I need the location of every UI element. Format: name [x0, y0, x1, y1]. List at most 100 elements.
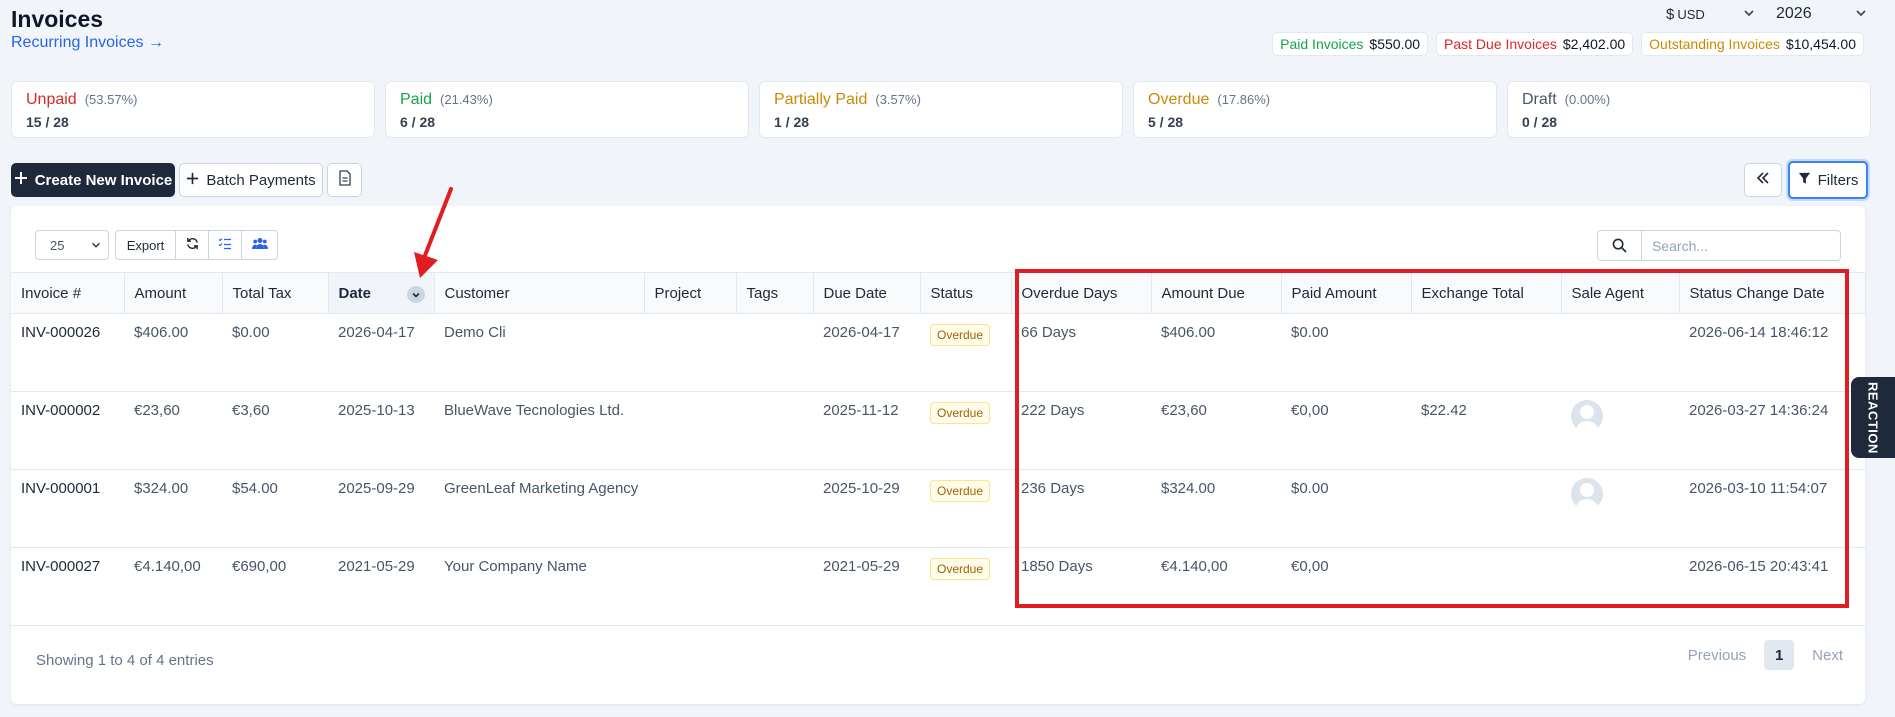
table-cell-agent	[1561, 313, 1679, 392]
table-cell-status: Overdue	[920, 391, 1011, 470]
table-cell-project	[644, 391, 736, 470]
double-chevron-left-icon	[1756, 171, 1770, 189]
table-cell-amount-due: $406.00	[1151, 313, 1281, 392]
sale-agent-avatar[interactable]	[1571, 478, 1603, 510]
stat-count: 6 / 28	[400, 114, 436, 130]
users-icon	[251, 237, 268, 253]
column-header[interactable]: Paid Amount	[1281, 272, 1412, 314]
sort-toggle-button[interactable]	[406, 286, 425, 303]
table-cell-agent	[1561, 547, 1679, 626]
column-header-label: Status	[930, 284, 974, 302]
column-header-label: Amount Due	[1161, 284, 1245, 302]
invoices-table: Invoice # Amount Total Tax Date Customer Proj…	[11, 272, 1866, 626]
stat-percentage: (17.86%)	[1217, 92, 1271, 107]
table-cell-due-date: 2025-10-29	[813, 469, 920, 548]
table-cell-due-date: 2026-04-17	[813, 313, 920, 392]
batch-payments-button[interactable]: Batch Payments	[179, 163, 323, 197]
column-header[interactable]: Total Tax	[222, 272, 329, 314]
plus-icon	[14, 171, 28, 189]
stat-percentage: (53.57%)	[84, 92, 138, 107]
column-header[interactable]: Overdue Days	[1011, 272, 1152, 314]
column-header[interactable]: Date	[328, 272, 435, 314]
table-cell-paid-amount: €0,00	[1281, 547, 1411, 626]
table-cell-amount-due: $324.00	[1151, 469, 1281, 548]
search-input[interactable]	[1642, 231, 1840, 260]
column-header[interactable]: Amount	[124, 272, 223, 314]
table-cell-tax: $54.00	[222, 469, 328, 548]
column-header[interactable]: Customer	[434, 272, 645, 314]
stat-card-unpaid[interactable]: Unpaid (53.57%) 15 / 28	[11, 81, 375, 138]
table-row[interactable]: INV-000027 €4.140,00 €690,00 2021-05-29 Your…	[11, 547, 1865, 626]
table-header-row: Invoice # Amount Total Tax Date Customer Proj…	[11, 272, 1866, 314]
table-controls: 25 Export	[35, 230, 278, 260]
refresh-button[interactable]	[176, 231, 209, 259]
table-cell-date: 2026-04-17	[328, 313, 434, 392]
table-row[interactable]: INV-000026 $406.00 $0.00 2026-04-17 Demo Cli…	[11, 313, 1865, 392]
column-header[interactable]: Project	[644, 272, 737, 314]
total-amount: $10,454.00	[1785, 36, 1856, 52]
table-cell-amount: €23,60	[124, 391, 222, 470]
column-header[interactable]: Amount Due	[1151, 272, 1282, 314]
status-badge: Overdue	[930, 324, 991, 346]
page-size-select[interactable]: 25	[35, 230, 109, 260]
table-cell-status-change: 2026-06-15 20:43:41	[1679, 547, 1865, 626]
stat-card-partially-paid[interactable]: Partially Paid (3.57%) 1 / 28	[759, 81, 1123, 138]
sale-agent-avatar[interactable]	[1571, 400, 1603, 432]
reaction-side-tab[interactable]: REACTION	[1851, 377, 1895, 458]
next-page-button[interactable]: Next	[1812, 647, 1843, 664]
table-cell-agent	[1561, 469, 1679, 548]
stat-card-overdue[interactable]: Overdue (17.86%) 5 / 28	[1133, 81, 1497, 138]
table-cell-customer: Your Company Name	[434, 547, 644, 626]
column-header[interactable]: Due Date	[813, 272, 921, 314]
status-badge: Overdue	[930, 558, 991, 580]
column-header-label: Date	[338, 284, 372, 302]
column-header[interactable]: Sale Agent	[1561, 272, 1680, 314]
column-header[interactable]: Invoice #	[11, 272, 125, 314]
export-button[interactable]: Export	[116, 231, 176, 259]
table-cell-invoice[interactable]: INV-000001	[11, 469, 124, 548]
stat-percentage: (0.00%)	[1564, 92, 1611, 107]
table-cell-invoice[interactable]: INV-000002	[11, 391, 124, 470]
table-cell-invoice[interactable]: INV-000027	[11, 547, 124, 626]
filters-button[interactable]: Filters	[1788, 161, 1868, 199]
stat-card-header: Draft (0.00%)	[1522, 91, 1856, 109]
table-cell-due-date: 2021-05-29	[813, 547, 920, 626]
table-cell-invoice[interactable]: INV-000026	[11, 313, 124, 392]
column-header[interactable]: Status Change Date	[1679, 272, 1866, 314]
stat-label: Draft	[1522, 91, 1557, 108]
current-page-button[interactable]: 1	[1764, 640, 1795, 670]
column-header[interactable]: Status	[920, 272, 1012, 314]
status-summary-cards: Unpaid (53.57%) 15 / 28 Paid (21.43%) 6 / 28 P…	[11, 81, 1871, 138]
chevron-down-icon	[1854, 6, 1868, 20]
column-header[interactable]: Tags	[736, 272, 814, 314]
table-cell-amount: €4.140,00	[124, 547, 222, 626]
create-new-invoice-button[interactable]: Create New Invoice	[11, 163, 175, 197]
refresh-icon	[186, 237, 199, 253]
column-header-label: Project	[654, 284, 702, 302]
filter-icon	[1798, 172, 1811, 189]
column-header-label: Sale Agent	[1571, 284, 1645, 302]
table-cell-status-change: 2026-06-14 18:46:12	[1679, 313, 1865, 392]
invoice-document-button[interactable]	[327, 163, 362, 197]
stat-card-header: Partially Paid (3.57%)	[774, 91, 1108, 109]
table-cell-overdue-days: 222 Days	[1011, 391, 1151, 470]
customers-filter-button[interactable]	[242, 231, 277, 259]
year-select[interactable]: 2026	[1776, 2, 1868, 26]
recurring-invoices-link[interactable]: Recurring Invoices →	[11, 34, 164, 52]
pagination: Previous 1 Next	[1688, 640, 1843, 670]
table-cell-tags	[736, 469, 813, 548]
table-cell-paid-amount: $0.00	[1281, 469, 1411, 548]
column-header[interactable]: Exchange Total	[1411, 272, 1562, 314]
table-row[interactable]: INV-000001 $324.00 $54.00 2025-09-29 GreenLe…	[11, 469, 1865, 548]
currency-select[interactable]: $ USD	[1666, 2, 1756, 26]
stat-card-draft[interactable]: Draft (0.00%) 0 / 28	[1507, 81, 1871, 138]
column-header-label: Total Tax	[232, 284, 292, 302]
status-badge: Overdue	[930, 480, 991, 502]
table-cell-date: 2021-05-29	[328, 547, 434, 626]
stat-card-paid[interactable]: Paid (21.43%) 6 / 28	[385, 81, 749, 138]
previous-page-button[interactable]: Previous	[1688, 647, 1746, 664]
table-cell-tax: €690,00	[222, 547, 328, 626]
collapse-panel-button[interactable]	[1744, 163, 1782, 197]
bulk-actions-button[interactable]	[209, 231, 242, 259]
table-row[interactable]: INV-000002 €23,60 €3,60 2025-10-13 BlueWave …	[11, 391, 1865, 470]
